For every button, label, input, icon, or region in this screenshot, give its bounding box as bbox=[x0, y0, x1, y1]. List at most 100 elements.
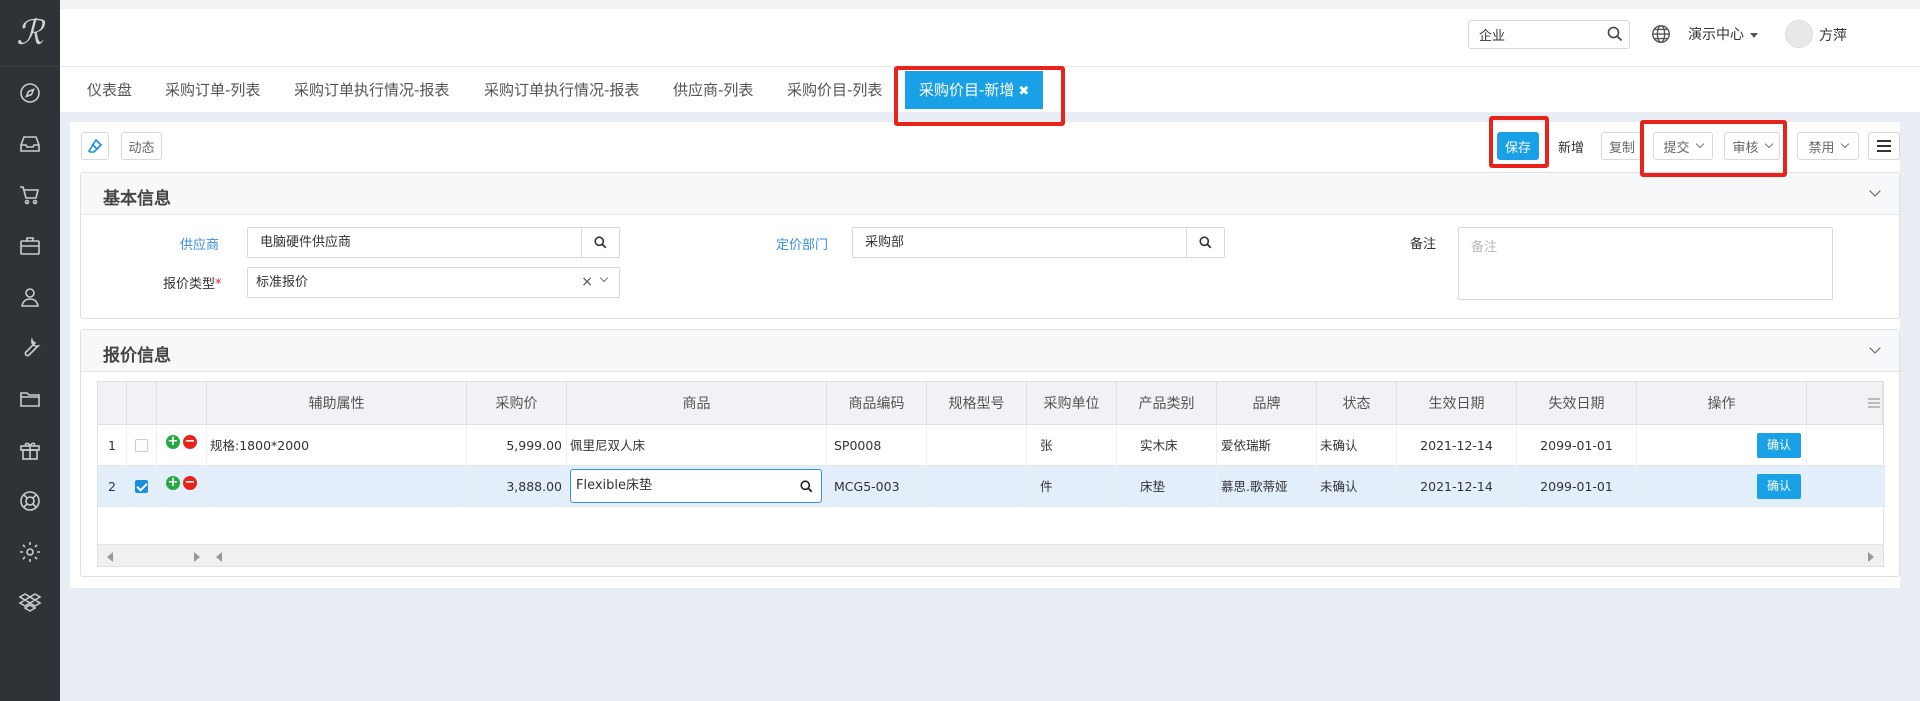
row-checkbox[interactable] bbox=[135, 439, 148, 452]
center-label: 演示中心 bbox=[1688, 27, 1744, 43]
lifebuoy-icon[interactable] bbox=[0, 475, 60, 526]
start-date-cell[interactable]: 2021-12-14 bbox=[1397, 425, 1517, 466]
tab-po-report-1[interactable]: 采购订单执行情况-报表 bbox=[294, 79, 449, 100]
clear-icon[interactable]: × bbox=[581, 268, 593, 297]
scroll-left-icon[interactable] bbox=[107, 552, 113, 562]
new-button[interactable]: 新增 bbox=[1551, 132, 1591, 160]
col-header-end[interactable]: 失效日期 bbox=[1517, 382, 1637, 425]
dropbox-icon[interactable] bbox=[0, 577, 60, 628]
end-date-cell[interactable]: 2099-01-01 bbox=[1517, 425, 1637, 466]
row-checkbox[interactable] bbox=[135, 480, 148, 493]
col-header-check[interactable] bbox=[127, 382, 157, 425]
scroll-right-icon[interactable] bbox=[194, 552, 200, 562]
folder-icon[interactable] bbox=[0, 373, 60, 424]
basic-info-header[interactable]: 基本信息 bbox=[81, 173, 1899, 215]
quote-type-label: 报价类型* bbox=[163, 273, 222, 292]
scroll-right-icon[interactable] bbox=[1868, 552, 1874, 562]
chevron-down-icon[interactable] bbox=[1869, 342, 1881, 354]
caret-down-icon bbox=[1750, 32, 1758, 38]
app-logo[interactable]: ℛ bbox=[0, 0, 60, 67]
col-header-start[interactable]: 生效日期 bbox=[1397, 382, 1517, 425]
col-header-code[interactable]: 商品编码 bbox=[827, 382, 927, 425]
copy-button[interactable]: 复制 bbox=[1601, 132, 1643, 160]
action-cell: 确认 bbox=[1637, 425, 1807, 466]
section-title: 基本信息 bbox=[103, 189, 171, 209]
supplier-field[interactable]: 电脑硬件供应商 bbox=[247, 227, 620, 258]
left-sidebar: ℛ bbox=[0, 0, 60, 701]
menu-button[interactable] bbox=[1868, 132, 1900, 160]
table-row[interactable]: 1 + − 规格:1800*2000 5,999.00 佩里尼双人床 SP000… bbox=[98, 425, 1885, 466]
col-header-unit[interactable]: 采购单位 bbox=[1027, 382, 1117, 425]
disable-dropdown[interactable]: 禁用 bbox=[1797, 132, 1859, 160]
aux-cell[interactable]: 规格:1800*2000 bbox=[207, 425, 467, 466]
col-header-product[interactable]: 商品 bbox=[567, 382, 827, 425]
horizontal-scrollbar[interactable] bbox=[98, 544, 1883, 566]
supplier-search-button[interactable] bbox=[581, 228, 619, 257]
username[interactable]: 方萍 bbox=[1819, 25, 1847, 45]
disable-label: 禁用 bbox=[1808, 140, 1835, 156]
column-settings-icon[interactable] bbox=[1807, 382, 1883, 425]
delete-row-icon[interactable]: − bbox=[183, 476, 197, 490]
col-header-aux[interactable]: 辅助属性 bbox=[207, 382, 467, 425]
tab-po-report-2[interactable]: 采购订单执行情况-报表 bbox=[484, 79, 639, 100]
inbox-icon[interactable] bbox=[0, 118, 60, 169]
remark-textarea[interactable]: 备注 bbox=[1458, 227, 1833, 300]
tab-price-list[interactable]: 采购价目-列表 bbox=[787, 79, 882, 100]
col-header-price[interactable]: 采购价 bbox=[467, 382, 567, 425]
brand-cell: 爱依瑞斯 bbox=[1217, 425, 1317, 466]
product-cell: Flexible床垫 bbox=[567, 466, 827, 507]
list-icon bbox=[1868, 398, 1880, 408]
col-header-status[interactable]: 状态 bbox=[1317, 382, 1397, 425]
supplier-label: 供应商 bbox=[180, 238, 220, 253]
col-header-brand[interactable]: 品牌 bbox=[1217, 382, 1317, 425]
price-cell[interactable]: 3,888.00 bbox=[467, 466, 567, 507]
gift-icon[interactable] bbox=[0, 424, 60, 475]
unit-cell[interactable]: 件 bbox=[1027, 466, 1117, 507]
compass-icon[interactable] bbox=[0, 67, 60, 118]
org-search[interactable] bbox=[1468, 20, 1630, 49]
product-cell[interactable]: 佩里尼双人床 bbox=[567, 425, 827, 466]
row-ops: + − bbox=[157, 425, 207, 466]
delete-row-icon[interactable]: − bbox=[183, 435, 197, 449]
briefcase-icon[interactable] bbox=[0, 220, 60, 271]
quote-info-header[interactable]: 报价信息 bbox=[81, 330, 1899, 372]
end-date-cell[interactable]: 2099-01-01 bbox=[1517, 466, 1637, 507]
user-icon[interactable] bbox=[0, 271, 60, 322]
product-editor[interactable]: Flexible床垫 bbox=[570, 469, 822, 503]
scroll-left-icon[interactable] bbox=[216, 552, 222, 562]
tab-supplier-list[interactable]: 供应商-列表 bbox=[673, 79, 753, 100]
confirm-button[interactable]: 确认 bbox=[1757, 474, 1801, 499]
price-cell[interactable]: 5,999.00 bbox=[467, 425, 567, 466]
table-row[interactable]: 2 + − 3,888.00 Flexible床垫 MCG5-003 件 床垫 … bbox=[98, 466, 1885, 507]
aux-cell[interactable] bbox=[207, 466, 467, 507]
org-search-input[interactable] bbox=[1469, 21, 1599, 48]
dynamic-button[interactable]: 动态 bbox=[121, 132, 162, 160]
confirm-button[interactable]: 确认 bbox=[1757, 433, 1801, 458]
search-icon[interactable] bbox=[1607, 26, 1623, 42]
quote-type-select[interactable]: 标准报价 × bbox=[247, 267, 620, 298]
gear-icon[interactable] bbox=[0, 526, 60, 577]
annotation-box-submit-audit bbox=[1640, 120, 1787, 177]
add-row-icon[interactable]: + bbox=[166, 476, 180, 490]
unit-cell[interactable]: 张 bbox=[1027, 425, 1117, 466]
code-cell: SP0008 bbox=[827, 425, 927, 466]
chevron-down-icon[interactable] bbox=[1869, 185, 1881, 197]
eraser-button[interactable] bbox=[81, 132, 109, 160]
dept-field[interactable]: 采购部 bbox=[852, 227, 1225, 258]
globe-icon[interactable] bbox=[1650, 23, 1672, 45]
cart-icon[interactable] bbox=[0, 169, 60, 220]
row-check-cell bbox=[127, 466, 157, 507]
start-date-cell[interactable]: 2021-12-14 bbox=[1397, 466, 1517, 507]
wrench-icon[interactable] bbox=[0, 322, 60, 373]
add-row-icon[interactable]: + bbox=[166, 435, 180, 449]
tab-po-list[interactable]: 采购订单-列表 bbox=[165, 79, 260, 100]
tab-dashboard[interactable]: 仪表盘 bbox=[87, 79, 132, 100]
avatar[interactable] bbox=[1785, 20, 1813, 48]
search-icon[interactable] bbox=[800, 480, 813, 493]
center-switcher[interactable]: 演示中心 bbox=[1688, 24, 1758, 44]
col-header-category[interactable]: 产品类别 bbox=[1117, 382, 1217, 425]
dept-search-button[interactable] bbox=[1186, 228, 1224, 257]
col-header-spec[interactable]: 规格型号 bbox=[927, 382, 1027, 425]
action-cell: 确认 bbox=[1637, 466, 1807, 507]
section-title: 报价信息 bbox=[103, 346, 171, 366]
